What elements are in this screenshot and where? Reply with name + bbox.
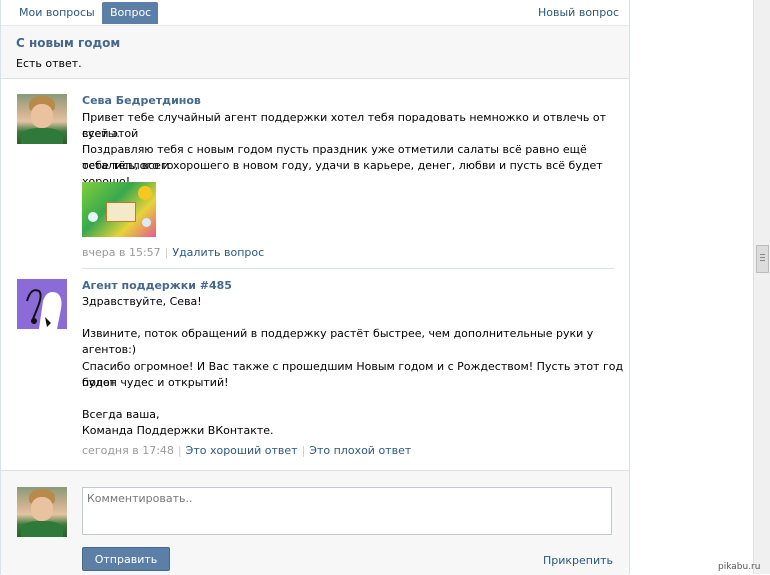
question-status: Есть ответ. <box>16 57 82 70</box>
send-button[interactable]: Отправить <box>82 547 170 571</box>
good-answer-link[interactable]: Это хороший ответ <box>186 444 298 457</box>
tab-my-questions[interactable]: Мои вопросы <box>11 2 103 24</box>
message-author[interactable]: Сева Бедретдинов <box>82 94 201 107</box>
tabs-bar: Мои вопросы Вопрос Новый вопрос <box>1 0 629 26</box>
message-text-line: тебе тёплого и хорошего в новом году, уд… <box>82 159 603 188</box>
main-panel: Мои вопросы Вопрос Новый вопрос С новым … <box>0 0 630 575</box>
message-text-line: Команда Поддержки ВКонтакте. <box>82 424 274 437</box>
message-time: сегодня в 17:48 <box>82 444 174 457</box>
delete-question-link[interactable]: Удалить вопрос <box>172 246 264 259</box>
message-meta: вчера в 15:57 | Удалить вопрос <box>82 246 265 259</box>
watermark: pikabu.ru <box>718 562 761 572</box>
avatar-current-user[interactable] <box>17 487 67 537</box>
question-title: С новым годом <box>16 36 121 50</box>
scrollbar[interactable] <box>753 0 770 574</box>
message-text-line: суеты. <box>82 127 120 140</box>
bad-answer-link[interactable]: Это плохой ответ <box>309 444 411 457</box>
message-time: вчера в 15:57 <box>82 246 161 259</box>
attach-link[interactable]: Прикрепить <box>543 554 613 567</box>
scrollbar-thumb[interactable] <box>756 245 769 273</box>
comment-input[interactable]: Комментировать.. <box>82 487 612 535</box>
message-author[interactable]: Агент поддержки #485 <box>82 279 232 292</box>
message-text-line: Привет тебе случайный агент поддержки хо… <box>82 111 606 140</box>
tab-question[interactable]: Вопрос <box>102 2 158 24</box>
message-text-line: Здравствуйте, Сева! <box>82 295 202 308</box>
new-question-link[interactable]: Новый вопрос <box>538 2 619 24</box>
question-header: С новым годом Есть ответ. <box>1 26 629 79</box>
avatar-user[interactable] <box>17 94 67 144</box>
message-text-line: Всегда ваша, <box>82 408 160 421</box>
message-text-line: полон чудес и открытий! <box>82 376 229 389</box>
message-meta: сегодня в 17:48 | Это хороший ответ | Это пл… <box>82 444 412 457</box>
divider <box>82 268 614 269</box>
message-text-line: Извините, поток обращений в поддержку ра… <box>82 327 594 356</box>
avatar-agent[interactable] <box>17 279 67 329</box>
greeting-card-image[interactable] <box>82 182 156 237</box>
